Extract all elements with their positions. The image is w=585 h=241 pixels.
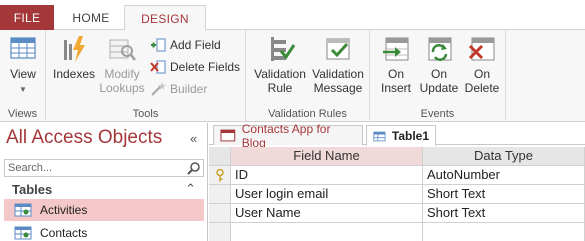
view-label: View	[10, 67, 36, 81]
on-delete-button[interactable]: On Delete	[462, 34, 502, 95]
document-tab-bar: Contacts App for Blog Table1	[209, 122, 585, 150]
grid-header-row: Field Name Data Type	[209, 147, 585, 166]
search-box[interactable]: Search...	[4, 159, 204, 177]
views-group-label: Views	[7, 108, 38, 120]
lightning-index-icon	[64, 36, 85, 62]
table-icon	[14, 203, 32, 217]
field-name-cell[interactable]: ID	[231, 166, 423, 185]
validation-message-line2: Message	[313, 81, 363, 95]
nav-item-activities[interactable]: Activities	[4, 199, 204, 221]
on-insert-icon	[383, 37, 409, 61]
validation-group-label: Validation Rules	[268, 108, 347, 120]
tools-group-label: Tools	[132, 108, 159, 120]
wand-icon	[150, 81, 166, 97]
on-insert-line1: On	[387, 67, 404, 81]
on-insert-button[interactable]: On Insert	[376, 34, 416, 95]
data-type-cell[interactable]	[423, 223, 585, 241]
doc-tab-table1[interactable]: Table1	[366, 125, 436, 146]
form-icon	[220, 129, 236, 142]
field-name-cell[interactable]: User Name	[231, 204, 423, 223]
table-row[interactable]: User login email Short Text	[209, 185, 585, 204]
modify-lookups-line1: Modify	[104, 67, 140, 81]
nav-pane-title[interactable]: All Access Objects	[6, 127, 162, 149]
row-selector[interactable]	[209, 185, 231, 204]
data-type-cell[interactable]: AutoNumber	[423, 166, 585, 185]
ribbon: View ▼ Views Indexes Modify Lookups Add …	[0, 30, 585, 122]
search-placeholder: Search...	[8, 162, 53, 174]
validation-message-button[interactable]: Validation Message	[308, 34, 368, 95]
on-insert-line2: Insert	[380, 81, 411, 95]
on-update-button[interactable]: On Update	[418, 34, 460, 95]
modify-lookups-line2: Lookups	[99, 81, 145, 95]
tables-section-header[interactable]: Tables ⌃	[4, 180, 204, 200]
add-field-button[interactable]: Add Field	[150, 36, 221, 54]
builder-label: Builder	[170, 82, 208, 96]
delete-fields-label: Delete Fields	[170, 60, 241, 74]
field-name-cell[interactable]	[231, 223, 423, 241]
events-group: On Insert On Update On Delete Events	[370, 30, 506, 122]
nav-item-contacts[interactable]: Contacts	[4, 222, 204, 241]
validation-message-line1: Validation	[312, 67, 364, 81]
on-delete-icon	[468, 37, 495, 61]
table-icon	[14, 226, 32, 240]
add-field-label: Add Field	[170, 38, 221, 52]
table-icon	[373, 131, 386, 141]
on-update-line1: On	[430, 67, 447, 81]
row-selector[interactable]	[209, 166, 231, 185]
modify-lookups-button[interactable]: Modify Lookups	[98, 34, 146, 95]
nav-item-label: Activities	[40, 203, 88, 217]
navigation-pane: All Access Objects « Search... Tables ⌃ …	[0, 123, 208, 241]
events-group-label: Events	[420, 108, 455, 120]
table-row[interactable]: User Name Short Text	[209, 204, 585, 223]
view-button[interactable]: View ▼	[6, 34, 40, 97]
tab-home[interactable]: HOME	[60, 5, 122, 30]
row-selector[interactable]	[209, 204, 231, 223]
datasheet-view-icon	[10, 37, 36, 59]
validation-message-icon	[326, 38, 350, 60]
lookup-magnifier-icon	[109, 39, 136, 61]
document-area: Contacts App for Blog Table1 Field Name …	[209, 122, 585, 241]
data-type-cell[interactable]: Short Text	[423, 204, 585, 223]
data-type-header: Data Type	[423, 147, 585, 166]
indexes-button[interactable]: Indexes	[52, 34, 96, 81]
on-delete-line2: Delete	[464, 81, 500, 95]
table-row[interactable]	[209, 223, 585, 241]
doc-tab-label: Contacts App for Blog	[241, 121, 331, 150]
select-all-cell[interactable]	[209, 147, 231, 166]
views-group: View ▼ Views	[0, 30, 46, 122]
primary-key-icon	[216, 169, 224, 182]
tools-group: Indexes Modify Lookups Add Field Delete …	[46, 30, 246, 122]
builder-button[interactable]: Builder	[150, 80, 207, 98]
tables-section-label: Tables	[12, 182, 53, 197]
delete-x-icon	[150, 59, 166, 75]
collapse-pane-button[interactable]: «	[190, 131, 197, 146]
chevron-down-icon: ▼	[19, 85, 27, 94]
field-name-header: Field Name	[231, 147, 423, 166]
validation-rule-icon	[271, 37, 295, 61]
validation-rule-button[interactable]: Validation Rule	[250, 34, 310, 95]
tab-design[interactable]: DESIGN	[124, 5, 206, 31]
add-field-icon	[150, 37, 166, 53]
row-selector[interactable]	[209, 223, 231, 241]
validation-rule-line1: Validation	[254, 67, 306, 81]
doc-tab-label: Table1	[391, 129, 429, 143]
validation-group: Validation Rule Validation Message Valid…	[246, 30, 370, 122]
table-row[interactable]: ID AutoNumber	[209, 166, 585, 185]
data-type-cell[interactable]: Short Text	[423, 185, 585, 204]
on-delete-line1: On	[473, 67, 490, 81]
search-icon[interactable]	[186, 161, 202, 176]
tab-file[interactable]: FILE	[0, 5, 54, 30]
field-name-cell[interactable]: User login email	[231, 185, 423, 204]
ribbon-tab-bar: FILE HOME DESIGN	[0, 0, 585, 31]
on-update-icon	[428, 37, 452, 61]
delete-fields-button[interactable]: Delete Fields	[150, 58, 240, 76]
indexes-label: Indexes	[52, 67, 96, 81]
chevron-up-icon[interactable]: ⌃	[185, 181, 196, 197]
on-update-line2: Update	[419, 81, 459, 95]
validation-rule-line2: Rule	[267, 81, 293, 95]
doc-tab-contacts-app[interactable]: Contacts App for Blog	[213, 122, 363, 150]
nav-item-label: Contacts	[40, 226, 88, 240]
